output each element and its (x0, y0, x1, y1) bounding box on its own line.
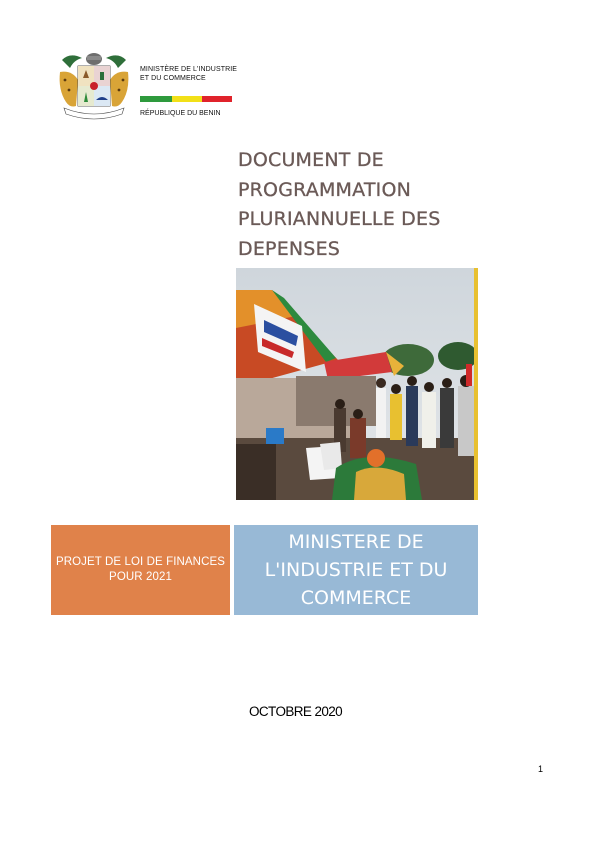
ministry-panel-line-3: COMMERCE (300, 587, 412, 609)
republic-name: RÉPUBLIQUE DU BENIN (140, 110, 221, 117)
title-line-1: DOCUMENT DE (238, 149, 384, 171)
market-fair-photo (236, 268, 478, 500)
ministry-name-line-2: ET DU COMMERCE (140, 75, 206, 82)
title-line-3: PLURIANNUELLE DES (238, 208, 441, 230)
flag-red-band (202, 96, 232, 102)
flag-green-band (140, 96, 172, 102)
finance-bill-line-2: POUR 2021 (109, 571, 172, 583)
title-line-4: DEPENSES (238, 237, 341, 260)
publication-date: OCTOBRE 2020 (249, 704, 343, 719)
coat-of-arms-emblem (59, 53, 129, 120)
ministry-name-line-1: MINISTÈRE DE L'INDUSTRIE (140, 66, 238, 73)
title-line-2: PROGRAMMATION (238, 178, 412, 201)
finance-bill-panel: PROJET DE LOI DE FINANCES POUR 2021 (51, 525, 230, 615)
finance-bill-line-1: PROJET DE LOI DE FINANCES (55, 556, 226, 568)
ministry-panel-line-1: MINISTERE DE (288, 531, 424, 553)
document-title: DOCUMENT DE PROGRAMMATION PLURIANNUELLE … (238, 146, 498, 264)
document-cover-page: MINISTÈRE DE L'INDUSTRIE ET DU COMMERCE … (0, 0, 598, 843)
ministry-panel: MINISTERE DE L'INDUSTRIE ET DU COMMERCE (234, 525, 478, 615)
ministry-panel-line-2: L'INDUSTRIE ET DU (264, 559, 448, 581)
benin-flag-stripe (140, 96, 232, 102)
flag-yellow-band (172, 96, 202, 102)
page-number: 1 (538, 764, 544, 774)
